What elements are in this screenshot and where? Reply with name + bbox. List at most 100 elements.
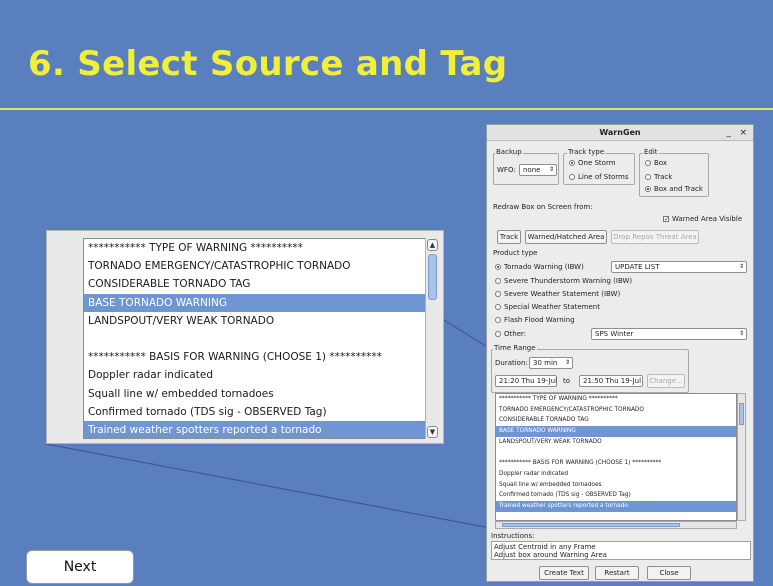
instructions-label: Instructions: <box>491 532 535 540</box>
list-item[interactable]: Squall line w/ embedded tornadoes <box>496 480 736 491</box>
list-item[interactable]: LANDSPOUT/VERY WEAK TORNADO <box>84 312 438 330</box>
create-text-button[interactable]: Create Text <box>539 566 589 580</box>
radio-label: Box <box>654 159 668 167</box>
chevron-updown-icon: ⇕ <box>738 330 744 337</box>
instructions-box: Adjust Centroid in any Frame Adjust box … <box>491 541 751 560</box>
radio-icon <box>569 160 575 166</box>
duration-label: Duration: <box>495 359 528 367</box>
duration-value: 30 min <box>533 359 558 367</box>
list-item[interactable] <box>84 330 438 348</box>
end-time-field[interactable]: 21:50 Thu 19-Jul <box>579 375 643 387</box>
list-item[interactable]: *********** TYPE OF WARNING ********** <box>496 394 736 405</box>
slide-title: 6. Select Source and Tag <box>28 44 508 84</box>
warned-hatched-area-button[interactable]: Warned/Hatched Area <box>525 230 607 244</box>
radio-icon <box>495 304 501 310</box>
start-time-field[interactable]: 21:20 Thu 19-Jul <box>495 375 557 387</box>
radio-other[interactable]: Other: <box>495 330 526 338</box>
radio-tornado-warning[interactable]: Tornado Warning (IBW) <box>495 263 584 271</box>
track-button[interactable]: Track <box>497 230 521 244</box>
close-button[interactable]: Close <box>647 566 691 580</box>
scroll-down-icon[interactable]: ▼ <box>427 426 438 438</box>
radio-track[interactable]: Track <box>645 173 672 181</box>
dialog-title: WarnGen <box>487 125 753 141</box>
product-type-label: Product type <box>493 249 538 257</box>
chevron-updown-icon: ⇕ <box>738 263 744 270</box>
list-item[interactable]: Doppler radar indicated <box>84 366 438 384</box>
radio-label: Tornado Warning (IBW) <box>504 263 584 271</box>
list-item[interactable]: Doppler radar indicated <box>496 469 736 480</box>
instruction-line: Adjust box around Warning Area <box>494 551 607 559</box>
title-rule <box>0 108 773 110</box>
radio-label: Line of Storms <box>578 173 629 181</box>
radio-icon <box>645 186 651 192</box>
list-item[interactable]: Squall line w/ embedded tornadoes <box>84 385 438 403</box>
wfo-value: none <box>523 166 541 174</box>
radio-severe-weather-statement[interactable]: Severe Weather Statement (IBW) <box>495 290 620 298</box>
scroll-thumb[interactable] <box>428 254 437 300</box>
other-product-select[interactable]: SPS Winter ⇕ <box>591 328 747 340</box>
radio-icon <box>495 291 501 297</box>
scroll-up-icon[interactable]: ▲ <box>427 239 438 251</box>
list-item[interactable]: BASE TORNADO WARNING <box>84 293 438 312</box>
update-list-value: UPDATE LIST <box>615 263 660 271</box>
track-type-label: Track type <box>567 148 606 156</box>
wfo-label: WFO: <box>497 166 516 174</box>
radio-one-storm[interactable]: One Storm <box>569 159 616 167</box>
radio-label: Flash Flood Warning <box>504 316 575 324</box>
change-time-button[interactable]: Change... <box>647 374 685 388</box>
warned-area-visible-checkbox[interactable]: ✓ Warned Area Visible <box>663 215 742 223</box>
edit-label: Edit <box>643 148 659 156</box>
time-range-label: Time Range <box>493 344 537 352</box>
minimize-icon[interactable]: _ <box>727 127 732 139</box>
dialog-list-vscroll[interactable] <box>737 393 746 521</box>
radio-icon <box>569 174 575 180</box>
close-icon[interactable]: × <box>739 127 747 139</box>
instruction-line: Adjust Centroid in any Frame <box>494 543 596 551</box>
list-item[interactable]: *********** BASIS FOR WARNING (CHOOSE 1)… <box>84 348 438 366</box>
chevron-updown-icon: ⇕ <box>564 359 570 366</box>
list-item[interactable]: *********** TYPE OF WARNING ********** <box>84 239 438 257</box>
list-item[interactable]: Confirmed tornado (TDS sig - OBSERVED Ta… <box>84 403 438 421</box>
list-item[interactable]: *********** BASIS FOR WARNING (CHOOSE 1)… <box>496 458 736 469</box>
radio-box[interactable]: Box <box>645 159 667 167</box>
radio-label: Other: <box>504 330 527 338</box>
list-item[interactable] <box>496 447 736 458</box>
radio-flash-flood-warning[interactable]: Flash Flood Warning <box>495 316 575 324</box>
check-icon: ✓ <box>663 216 670 223</box>
radio-label: Severe Thunderstorm Warning (IBW) <box>504 277 633 285</box>
list-item[interactable]: Trained weather spotters reported a torn… <box>84 420 438 438</box>
radio-label: Box and Track <box>654 185 703 193</box>
radio-label: Special Weather Statement <box>504 303 600 311</box>
list-item[interactable]: TORNADO EMERGENCY/CATASTROPHIC TORNADO <box>496 405 736 416</box>
list-item[interactable]: Confirmed tornado (TDS sig - OBSERVED Ta… <box>496 490 736 501</box>
to-label: to <box>563 377 571 385</box>
radio-box-and-track[interactable]: Box and Track <box>645 185 703 193</box>
checkbox-label: Warned Area Visible <box>672 215 743 223</box>
dialog-warning-list[interactable]: *********** TYPE OF WARNING ********** TO… <box>495 393 737 521</box>
radio-line-of-storms[interactable]: Line of Storms <box>569 173 628 181</box>
wfo-select[interactable]: none ⇕ <box>519 164 557 176</box>
radio-severe-thunderstorm-warning[interactable]: Severe Thunderstorm Warning (IBW) <box>495 277 632 285</box>
next-button[interactable]: Next <box>26 550 134 584</box>
drop-repos-threat-area-button[interactable]: Drop Repos Threat Area <box>611 230 699 244</box>
list-item[interactable]: CONSIDERABLE TORNADO TAG <box>496 415 736 426</box>
dialog-list-hscroll[interactable] <box>495 521 737 529</box>
radio-label: One Storm <box>578 159 616 167</box>
warngen-dialog: WarnGen _ × Backup WFO: none ⇕ Track type… <box>486 124 754 582</box>
restart-button[interactable]: Restart <box>595 566 639 580</box>
list-item[interactable]: LANDSPOUT/VERY WEAK TORNADO <box>496 437 736 448</box>
list-item[interactable]: TORNADO EMERGENCY/CATASTROPHIC TORNADO <box>84 257 438 275</box>
radio-special-weather-statement[interactable]: Special Weather Statement <box>495 303 600 311</box>
list-item[interactable]: CONSIDERABLE TORNADO TAG <box>84 275 438 293</box>
update-list-select[interactable]: UPDATE LIST ⇕ <box>611 261 747 273</box>
radio-icon <box>495 264 501 270</box>
backup-label: Backup <box>495 148 523 156</box>
zoomed-warning-list[interactable]: *********** TYPE OF WARNING ********** TO… <box>83 238 439 439</box>
scroll-thumb[interactable] <box>502 523 680 527</box>
scroll-thumb[interactable] <box>739 403 744 425</box>
list-item[interactable]: Trained weather spotters reported a torn… <box>496 500 736 512</box>
list-item[interactable]: BASE TORNADO WARNING <box>496 426 736 437</box>
duration-select[interactable]: 30 min ⇕ <box>529 357 573 369</box>
zoomed-list-scrollbar[interactable]: ▲ ▼ <box>425 238 439 439</box>
radio-icon <box>645 174 651 180</box>
